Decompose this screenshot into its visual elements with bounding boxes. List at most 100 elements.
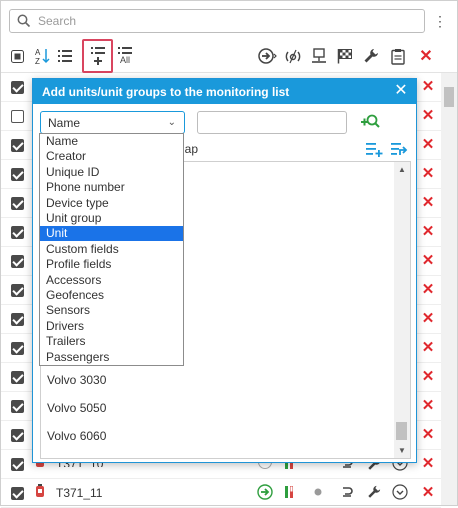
parking-icon <box>343 487 353 497</box>
select-value: Name <box>48 116 81 130</box>
unit-icon <box>34 483 46 499</box>
scroll-up-icon[interactable]: ▲ <box>398 165 406 174</box>
search-box[interactable] <box>9 9 425 33</box>
row-checkbox[interactable] <box>11 110 24 123</box>
wrench-button[interactable] <box>362 39 380 73</box>
arrow-circle-icon <box>258 48 277 64</box>
device-button[interactable] <box>310 39 328 73</box>
dropdown-option[interactable]: Creator <box>40 149 183 164</box>
delete-icon[interactable]: ✕ <box>421 136 435 154</box>
signal-button[interactable] <box>283 39 303 73</box>
dialog-header: Add units/unit groups to the monitoring … <box>33 79 416 104</box>
delete-icon[interactable]: ✕ <box>421 107 435 125</box>
scroll-down-icon[interactable]: ▼ <box>398 446 406 455</box>
list-all-icon <box>118 47 132 54</box>
sensor-bars-icon <box>285 486 293 498</box>
wrench-icon[interactable] <box>367 485 381 499</box>
dropdown-option[interactable]: Trailers <box>40 334 183 349</box>
device-icon <box>312 48 326 63</box>
list-icon <box>58 50 72 62</box>
row-checkbox[interactable] <box>11 226 24 239</box>
add-all-button[interactable]: All <box>116 39 134 73</box>
wrench-icon <box>364 49 378 63</box>
row-checkbox[interactable] <box>11 255 24 268</box>
search-type-select[interactable]: Name ⌄ <box>40 111 185 134</box>
monitoring-panel: ⋮ A Z <box>0 0 458 508</box>
finish-flag-button[interactable] <box>336 39 354 73</box>
row-checkbox[interactable] <box>11 284 24 297</box>
dropdown-option[interactable]: Unique ID <box>40 165 183 180</box>
delete-icon[interactable]: ✕ <box>421 78 435 96</box>
all-label: All <box>119 55 130 65</box>
delete-icon[interactable]: ✕ <box>421 310 435 328</box>
delete-icon[interactable]: ✕ <box>421 455 435 473</box>
listbox-scrollbar-thumb[interactable] <box>396 422 407 440</box>
command-button[interactable] <box>257 39 279 73</box>
list-item[interactable]: Volvo 3030 <box>47 373 106 387</box>
delete-all-icon[interactable]: ✕ <box>417 39 435 73</box>
list-item[interactable]: Volvo 5050 <box>47 401 106 415</box>
dropdown-option[interactable]: Phone number <box>40 180 183 195</box>
select-all-checkbox[interactable] <box>9 39 25 73</box>
row-checkbox[interactable] <box>11 81 24 94</box>
dropdown-option[interactable]: Custom fields <box>40 242 183 257</box>
dialog-title: Add units/unit groups to the monitoring … <box>42 85 290 99</box>
arrow-circle-icon[interactable] <box>257 484 273 500</box>
dropdown-option[interactable]: Accessors <box>40 273 183 288</box>
row-checkbox[interactable] <box>11 342 24 355</box>
select-all-icon <box>10 49 24 63</box>
chevron-circle-icon[interactable] <box>392 484 408 500</box>
row-checkbox[interactable] <box>11 371 24 384</box>
delete-icon[interactable]: ✕ <box>421 368 435 386</box>
row-checkbox[interactable] <box>11 139 24 152</box>
add-to-group-icon[interactable] <box>391 141 409 157</box>
delete-icon[interactable]: ✕ <box>421 223 435 241</box>
dialog-search-input[interactable] <box>197 111 347 134</box>
list-scrollbar-thumb[interactable] <box>444 87 454 107</box>
delete-icon[interactable]: ✕ <box>421 426 435 444</box>
add-units-button[interactable] <box>82 39 113 73</box>
dropdown-option[interactable]: Unit <box>40 226 183 242</box>
dropdown-option[interactable]: Geofences <box>40 288 183 303</box>
search-icon <box>17 14 31 28</box>
delete-icon[interactable]: ✕ <box>421 165 435 183</box>
unit-name[interactable]: T371_11 <box>56 486 102 500</box>
status-dot-icon <box>314 488 322 496</box>
row-checkbox[interactable] <box>11 458 24 471</box>
delete-icon[interactable]: ✕ <box>421 484 435 502</box>
delete-icon[interactable]: ✕ <box>421 339 435 357</box>
row-checkbox[interactable] <box>11 487 24 500</box>
row-checkbox[interactable] <box>11 400 24 413</box>
search-type-dropdown: Name Creator Unique ID Phone number Device t… <box>39 133 184 366</box>
delete-icon[interactable]: ✕ <box>421 281 435 299</box>
sort-az-button[interactable]: A Z <box>34 39 52 73</box>
row-checkbox[interactable] <box>11 429 24 442</box>
dropdown-option[interactable]: Device type <box>40 196 183 211</box>
dropdown-option[interactable]: Profile fields <box>40 257 183 272</box>
search-input[interactable] <box>36 13 416 29</box>
dropdown-option[interactable]: Unit group <box>40 211 183 226</box>
dropdown-option[interactable]: Sensors <box>40 303 183 318</box>
add-selected-icon[interactable] <box>366 141 384 157</box>
delete-icon[interactable]: ✕ <box>421 194 435 212</box>
close-icon[interactable]: ✕ <box>392 82 410 100</box>
clipboard-button[interactable] <box>389 39 407 73</box>
more-menu-icon[interactable]: ⋮ <box>433 12 447 30</box>
add-search-icon[interactable] <box>359 112 381 134</box>
dropdown-option[interactable]: Drivers <box>40 319 183 334</box>
svg-text:A: A <box>35 48 41 57</box>
listbox-scrollbar[interactable]: ▲ ▼ <box>394 162 410 458</box>
dropdown-option[interactable]: Name <box>40 134 183 149</box>
row-checkbox[interactable] <box>11 313 24 326</box>
dropdown-option[interactable]: Passengers <box>40 350 183 365</box>
sort-az-icon: A Z <box>35 48 50 65</box>
delete-icon[interactable]: ✕ <box>421 397 435 415</box>
row-checkbox[interactable] <box>11 197 24 210</box>
list-scrollbar[interactable] <box>441 73 457 505</box>
row-checkbox[interactable] <box>11 168 24 181</box>
list-item[interactable]: Volv <box>47 457 70 458</box>
delete-icon[interactable]: ✕ <box>421 252 435 270</box>
svg-text:Z: Z <box>35 57 40 65</box>
list-view-button[interactable] <box>57 39 73 73</box>
list-item[interactable]: Volvo 6060 <box>47 429 106 443</box>
